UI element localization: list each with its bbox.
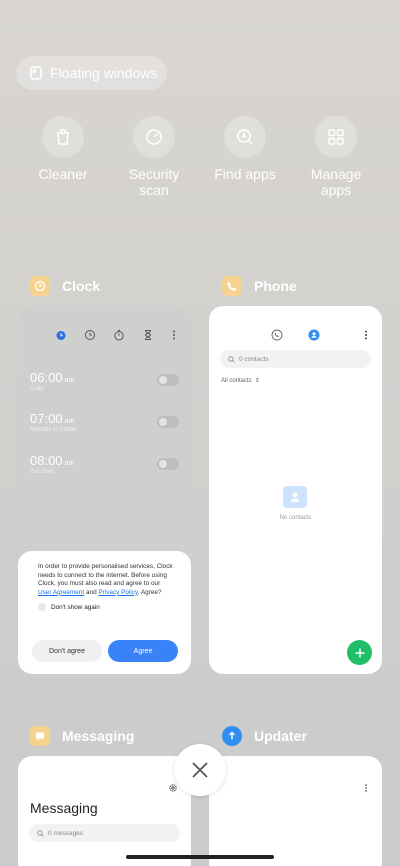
cleaner-button[interactable]: Cleaner (17, 116, 109, 182)
messaging-app-card[interactable]: Messaging 0 messages (18, 756, 191, 866)
find-apps-icon (237, 129, 254, 146)
cleaner-label: Cleaner (38, 166, 88, 182)
add-contact-button[interactable] (347, 640, 372, 665)
floating-windows-label: Floating windows (50, 65, 158, 81)
search-icon (228, 355, 235, 363)
phone-app-name: Phone (254, 278, 297, 294)
clock-more-icon[interactable] (168, 328, 180, 340)
contacts-search-placeholder: 0 contacts (239, 355, 269, 363)
alarm-item[interactable]: 08:00 am Get Sbirt (30, 453, 74, 475)
clock-app-card[interactable]: 06:00 am Daily 07:00 am Monday to Friday 0… (18, 306, 191, 674)
home-indicator[interactable] (126, 855, 274, 859)
clock-app-icon (30, 276, 50, 296)
privacy-policy-link[interactable]: Privacy Policy (98, 589, 137, 596)
messaging-app-header[interactable]: Messaging (30, 726, 134, 746)
search-icon (37, 829, 44, 837)
dont-show-again-checkbox[interactable]: Don't show again (38, 603, 175, 612)
messages-search-placeholder: 0 messages (48, 829, 84, 837)
alarm-repeat: Get Sbirt (30, 469, 54, 475)
dialog-message: In order to provide personalised service… (38, 563, 173, 596)
sort-arrows-icon: ⇕ (254, 378, 260, 384)
clock-app-name: Clock (62, 278, 101, 294)
updater-more-icon[interactable] (361, 780, 371, 792)
checkbox-circle (38, 603, 46, 612)
grid-icon (328, 129, 344, 145)
alarm-time: 07:00 (30, 411, 63, 426)
clock-tabs (18, 328, 191, 342)
security-scan-icon (146, 129, 162, 145)
messaging-app-icon (30, 726, 50, 746)
phone-more-icon[interactable] (360, 328, 372, 340)
updater-app-icon (222, 726, 242, 746)
phone-app-icon (222, 276, 242, 296)
dont-agree-button[interactable]: Don't agree (32, 640, 102, 662)
internet-consent-dialog: In order to provide personalised service… (18, 551, 191, 674)
clock-app-header[interactable]: Clock (30, 276, 100, 296)
empty-contacts-text: No contacts (279, 515, 312, 521)
close-all-button[interactable] (174, 744, 226, 796)
timer-tab-icon[interactable] (142, 328, 154, 340)
alarm-toggle[interactable] (157, 374, 179, 386)
updater-app-header[interactable]: Updater (222, 726, 307, 746)
updater-app-name: Updater (254, 728, 307, 744)
alarm-tab-icon[interactable] (55, 328, 67, 340)
contacts-filter[interactable]: All contacts ⇕ (221, 377, 260, 385)
alarm-time: 06:00 (30, 370, 63, 385)
floating-windows-button[interactable]: Floating windows (16, 56, 167, 90)
dont-show-again-label: Don't show again (51, 603, 100, 611)
floating-window-icon (30, 66, 42, 80)
empty-contacts-icon (283, 486, 307, 508)
updater-app-card[interactable] (209, 756, 382, 866)
user-agreement-link[interactable]: User Agreement (38, 589, 84, 596)
alarm-item[interactable]: 07:00 am Monday to Friday (30, 411, 76, 433)
alarm-repeat: Daily (30, 386, 44, 392)
phone-tabs (209, 328, 382, 342)
find-apps-button[interactable]: Find apps (199, 116, 291, 182)
messaging-app-name: Messaging (62, 728, 135, 744)
security-scan-button[interactable]: Security scan (108, 116, 200, 198)
messaging-title: Messaging (30, 800, 98, 816)
alarm-ampm: am (64, 418, 75, 425)
alarm-repeat: Monday to Friday (30, 427, 77, 433)
plus-icon (355, 648, 364, 657)
alarm-ampm: am (64, 377, 75, 384)
alarm-time: 08:00 (30, 453, 63, 468)
agree-button[interactable]: Agree (108, 640, 178, 662)
alarm-toggle[interactable] (157, 458, 179, 470)
close-icon (192, 762, 208, 778)
contacts-filter-label: All contacts (221, 377, 252, 384)
alarm-item[interactable]: 06:00 am Daily (30, 370, 74, 392)
world-clock-tab-icon[interactable] (84, 328, 96, 340)
phone-call-tab-icon[interactable] (271, 328, 283, 341)
phone-app-card[interactable]: 0 contacts All contacts ⇕ No contacts (209, 306, 382, 674)
find-apps-label: Find apps (214, 166, 276, 182)
manage-apps-button[interactable]: Manage apps (290, 116, 382, 198)
security-scan-label: Security scan (128, 166, 180, 198)
trash-icon (57, 129, 69, 145)
phone-app-header[interactable]: Phone (222, 276, 297, 296)
messages-search-input[interactable]: 0 messages (29, 824, 180, 842)
contacts-tab-icon[interactable] (308, 328, 320, 341)
alarm-ampm: am (64, 460, 75, 467)
stopwatch-tab-icon[interactable] (113, 328, 125, 341)
contacts-search-input[interactable]: 0 contacts (220, 350, 371, 368)
alarm-toggle[interactable] (157, 416, 179, 428)
manage-apps-label: Manage apps (310, 166, 362, 198)
